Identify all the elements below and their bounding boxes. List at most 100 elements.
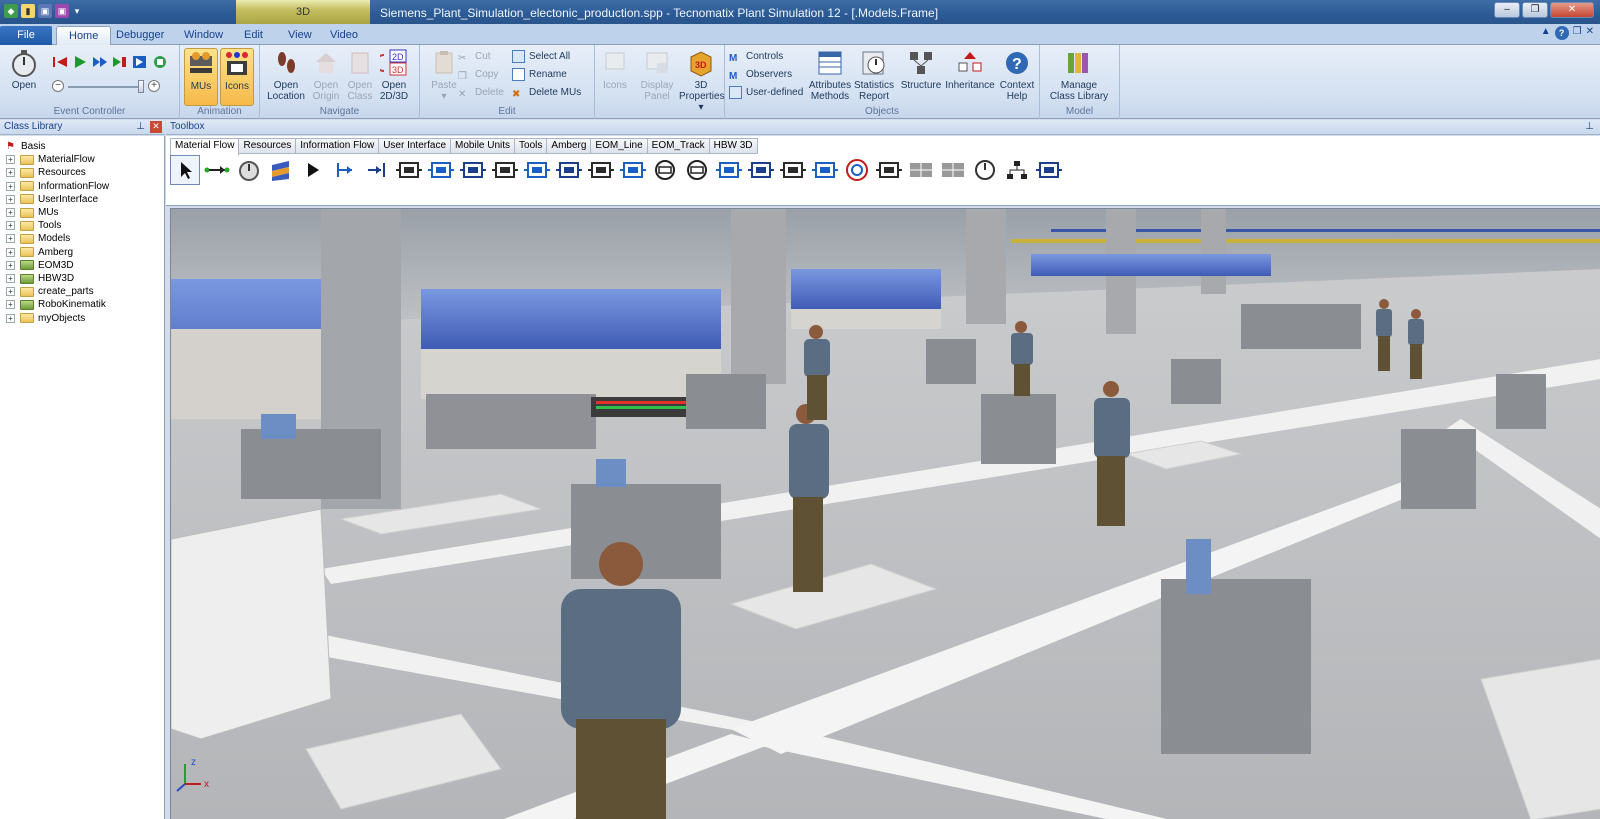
single-proc-icon[interactable]: [394, 155, 424, 185]
tab-view[interactable]: View: [276, 26, 324, 45]
toolbox-tab[interactable]: Amberg: [547, 138, 592, 154]
placement-buffer-icon[interactable]: [938, 155, 968, 185]
run-options-icon[interactable]: [152, 55, 168, 72]
dismantle-icon[interactable]: [490, 155, 520, 185]
toolbox-tab[interactable]: User Interface: [379, 138, 452, 154]
turntable-icon[interactable]: [650, 155, 680, 185]
station-icon[interactable]: [1034, 155, 1064, 185]
close-button[interactable]: ✕: [1550, 2, 1594, 18]
icons-button[interactable]: Icons: [595, 48, 635, 106]
context-help-button[interactable]: ? Context Help: [997, 48, 1037, 106]
minimize-button[interactable]: –: [1494, 2, 1520, 18]
tree-item[interactable]: + create_parts: [6, 285, 94, 298]
interface-icon[interactable]: [330, 155, 360, 185]
connector-icon[interactable]: [202, 155, 232, 185]
open-2d3d-button[interactable]: 2D 3D Open 2D/3D: [374, 48, 414, 106]
expand-icon[interactable]: +: [6, 274, 15, 283]
structure-button[interactable]: Structure: [899, 48, 943, 106]
parallel-proc-icon[interactable]: [426, 155, 456, 185]
expand-icon[interactable]: +: [6, 155, 15, 165]
slider-thumb[interactable]: [138, 80, 144, 93]
minimize-ribbon-icon[interactable]: ▲: [1541, 26, 1551, 40]
tree-root-basis[interactable]: ⚑ Basis: [6, 140, 45, 153]
tree-item[interactable]: + Models: [6, 232, 70, 245]
store-icon[interactable]: [554, 155, 584, 185]
toolbox-tab[interactable]: HBW 3D: [709, 138, 758, 154]
mus-animation-button[interactable]: MUs: [184, 48, 218, 106]
tree-item[interactable]: + HBW3D: [6, 272, 74, 285]
help-icon[interactable]: ?: [1554, 26, 1569, 40]
expand-icon[interactable]: +: [6, 313, 15, 323]
tree-item[interactable]: + MaterialFlow: [6, 153, 95, 166]
expand-icon[interactable]: +: [6, 247, 15, 257]
statistics-report-button[interactable]: Statistics Report: [853, 48, 895, 106]
observers-button[interactable]: M Observers: [729, 66, 792, 83]
tab-file[interactable]: File: [0, 26, 52, 45]
save-as-icon[interactable]: ▣: [55, 4, 69, 18]
generator-icon[interactable]: [970, 155, 1000, 185]
expand-icon[interactable]: +: [6, 234, 15, 244]
angular-converter-icon[interactable]: [618, 155, 648, 185]
new-icon[interactable]: ▮: [21, 4, 35, 18]
tree-item[interactable]: + InformationFlow: [6, 180, 109, 193]
init-icon[interactable]: [132, 55, 148, 72]
toolbox-pin-icon[interactable]: ⊥: [1585, 120, 1594, 134]
toolbox-tab[interactable]: Information Flow: [296, 138, 380, 154]
toolbox-tab[interactable]: Material Flow: [170, 138, 240, 156]
close-panel-icon[interactable]: ✕: [150, 121, 162, 133]
rename-button[interactable]: Rename: [512, 66, 567, 83]
transfer-icon[interactable]: [778, 155, 808, 185]
tree-item[interactable]: + RoboKinematik: [6, 298, 106, 311]
pointer-icon[interactable]: [170, 155, 200, 185]
mdi-close-icon[interactable]: ✕: [1586, 26, 1594, 40]
track-icon[interactable]: [714, 155, 744, 185]
inheritance-button[interactable]: Inheritance: [945, 48, 995, 106]
tab-edit[interactable]: Edit: [232, 26, 275, 45]
buffer-icon[interactable]: [906, 155, 936, 185]
turnplate-icon[interactable]: [682, 155, 712, 185]
tree-item[interactable]: + myObjects: [6, 312, 85, 325]
attributes-methods-button[interactable]: Attributes Methods: [807, 48, 853, 106]
3d-properties-button[interactable]: 3D 3D Properties ▾: [679, 48, 725, 113]
toolbox-tab[interactable]: EOM_Track: [647, 138, 710, 154]
expand-icon[interactable]: +: [6, 221, 15, 231]
display-panel-button[interactable]: Display Panel: [635, 48, 679, 106]
controls-button[interactable]: M Controls: [729, 48, 783, 65]
tab-debugger[interactable]: Debugger: [104, 26, 176, 45]
mdi-restore-icon[interactable]: ❐: [1573, 26, 1582, 40]
toolbox-tab[interactable]: Mobile Units: [451, 138, 516, 154]
source-icon[interactable]: [298, 155, 328, 185]
speed-slider[interactable]: − +: [52, 79, 164, 95]
delete-button[interactable]: ✕ Delete: [458, 84, 504, 101]
delete-mus-button[interactable]: ✖ Delete MUs: [512, 84, 581, 101]
tree-item[interactable]: + EOM3D: [6, 259, 74, 272]
reset-icon[interactable]: [52, 55, 68, 72]
pin-icon[interactable]: ⊥: [136, 120, 145, 134]
tab-window[interactable]: Window: [172, 26, 235, 45]
toolbox-tab[interactable]: Tools: [515, 138, 548, 154]
save-icon[interactable]: ▣: [38, 4, 52, 18]
start-icon[interactable]: [72, 55, 88, 72]
expand-icon[interactable]: +: [6, 260, 15, 270]
select-all-button[interactable]: Select All: [512, 48, 570, 65]
hierarchy-icon[interactable]: [1002, 155, 1032, 185]
expand-icon[interactable]: +: [6, 300, 15, 310]
stop-icon[interactable]: [112, 55, 128, 72]
tree-item[interactable]: + MUs: [6, 206, 59, 219]
flow-control-icon[interactable]: [874, 155, 904, 185]
tree-item[interactable]: + UserInterface: [6, 193, 98, 206]
customize-qat-icon[interactable]: ▾: [72, 4, 82, 18]
open-event-controller-button[interactable]: Open: [4, 48, 44, 106]
copy-button[interactable]: ❐ Copy: [458, 66, 498, 83]
zoom-in-icon[interactable]: +: [148, 80, 160, 92]
expand-icon[interactable]: +: [6, 208, 15, 217]
event-controller-icon[interactable]: [234, 155, 264, 185]
expand-icon[interactable]: +: [6, 194, 15, 204]
tree-item[interactable]: + Amberg: [6, 246, 73, 259]
step-icon[interactable]: [92, 55, 108, 72]
drain-icon[interactable]: [362, 155, 392, 185]
line-icon[interactable]: [586, 155, 616, 185]
zoom-out-icon[interactable]: −: [52, 80, 64, 92]
open-location-button[interactable]: Open Location: [266, 48, 306, 106]
expand-icon[interactable]: +: [6, 168, 15, 178]
